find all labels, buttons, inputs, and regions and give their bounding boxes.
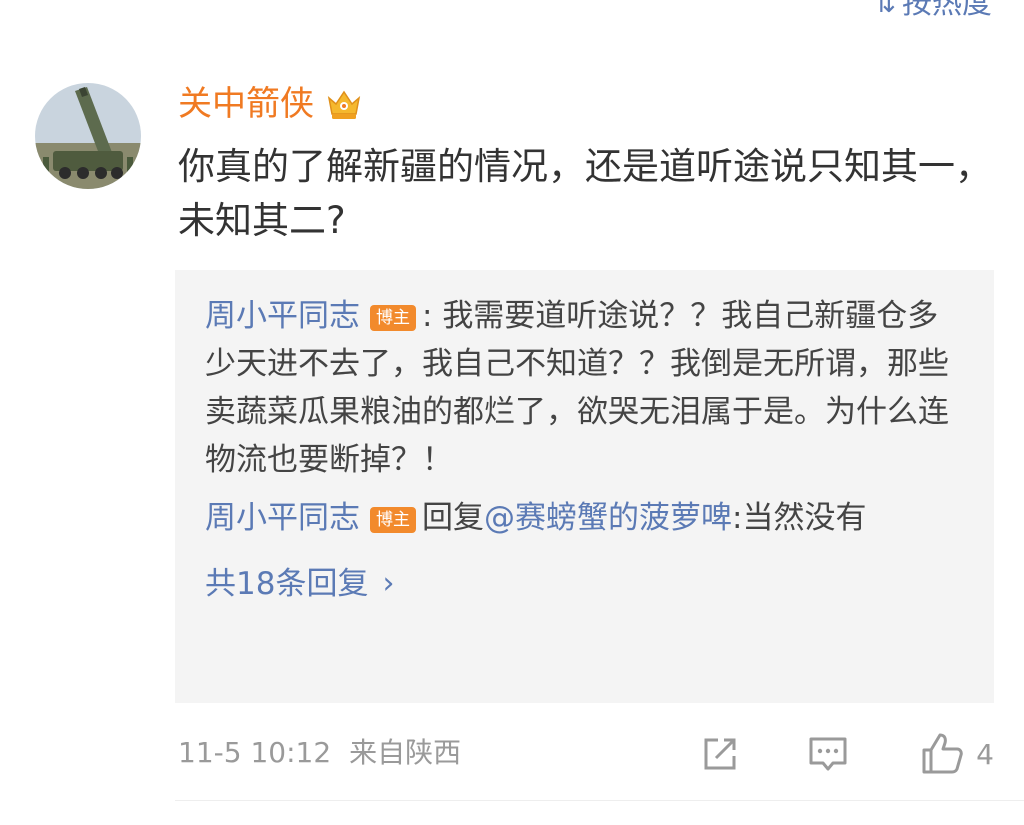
sort-icon: ⇅ — [874, 0, 896, 19]
more-replies-link[interactable]: 共18条回复 › — [205, 560, 964, 608]
reply-item[interactable]: 周小平同志 博主: 我需要道听途说？？我自己新疆仓多少天进不去了，我自己不知道？？… — [205, 292, 964, 484]
more-replies-label: 共18条回复 — [205, 566, 369, 602]
comment-header: 关中箭侠 — [178, 82, 364, 126]
reply-author-link[interactable]: 周小平同志 — [205, 298, 360, 334]
comment-page: ⇅ 按热度 关中箭侠 你真的了解新疆的情况，还是道听途说只知其一，未知其二? 周… — [0, 0, 1024, 825]
crown-icon[interactable] — [324, 84, 364, 124]
comment-icon — [809, 737, 847, 771]
sort-by-heat-button[interactable]: ⇅ 按热度 — [874, 0, 992, 22]
divider — [175, 800, 1024, 801]
share-icon — [704, 738, 736, 770]
comment-time: 11-5 10:12 — [178, 736, 332, 769]
like-button[interactable]: 4 — [918, 726, 994, 782]
comment-button[interactable] — [806, 726, 850, 782]
reply-separator: : — [732, 500, 743, 536]
comment-text: 你真的了解新疆的情况，还是道听途说只知其一，未知其二? — [178, 145, 992, 242]
comment-meta: 11-5 10:12 来自陕西 — [178, 733, 461, 773]
sort-label: 按热度 — [902, 0, 992, 21]
avatar-image — [35, 83, 141, 189]
reply-author-link[interactable]: 周小平同志 — [205, 500, 360, 536]
chevron-right-icon: › — [382, 566, 395, 601]
share-button[interactable] — [698, 726, 742, 782]
reply-separator: : — [422, 298, 443, 334]
blogger-badge: 博主 — [370, 507, 416, 533]
reply-prefix: 回复 — [422, 500, 484, 536]
avatar[interactable] — [35, 83, 141, 189]
mention-link[interactable]: @赛螃蟹的菠萝啤 — [484, 500, 732, 536]
thumbs-up-icon — [922, 733, 963, 774]
reply-text: 当然没有 — [742, 500, 867, 536]
comment-location: 来自陕西 — [349, 736, 462, 769]
reply-item[interactable]: 周小平同志 博主 回复@赛螃蟹的菠萝啤:当然没有 — [205, 494, 964, 542]
like-count: 4 — [976, 737, 994, 771]
username-link[interactable]: 关中箭侠 — [178, 82, 314, 126]
reply-box: 周小平同志 博主: 我需要道听途说？？我自己新疆仓多少天进不去了，我自己不知道？？… — [175, 270, 994, 703]
blogger-badge: 博主 — [370, 305, 416, 331]
